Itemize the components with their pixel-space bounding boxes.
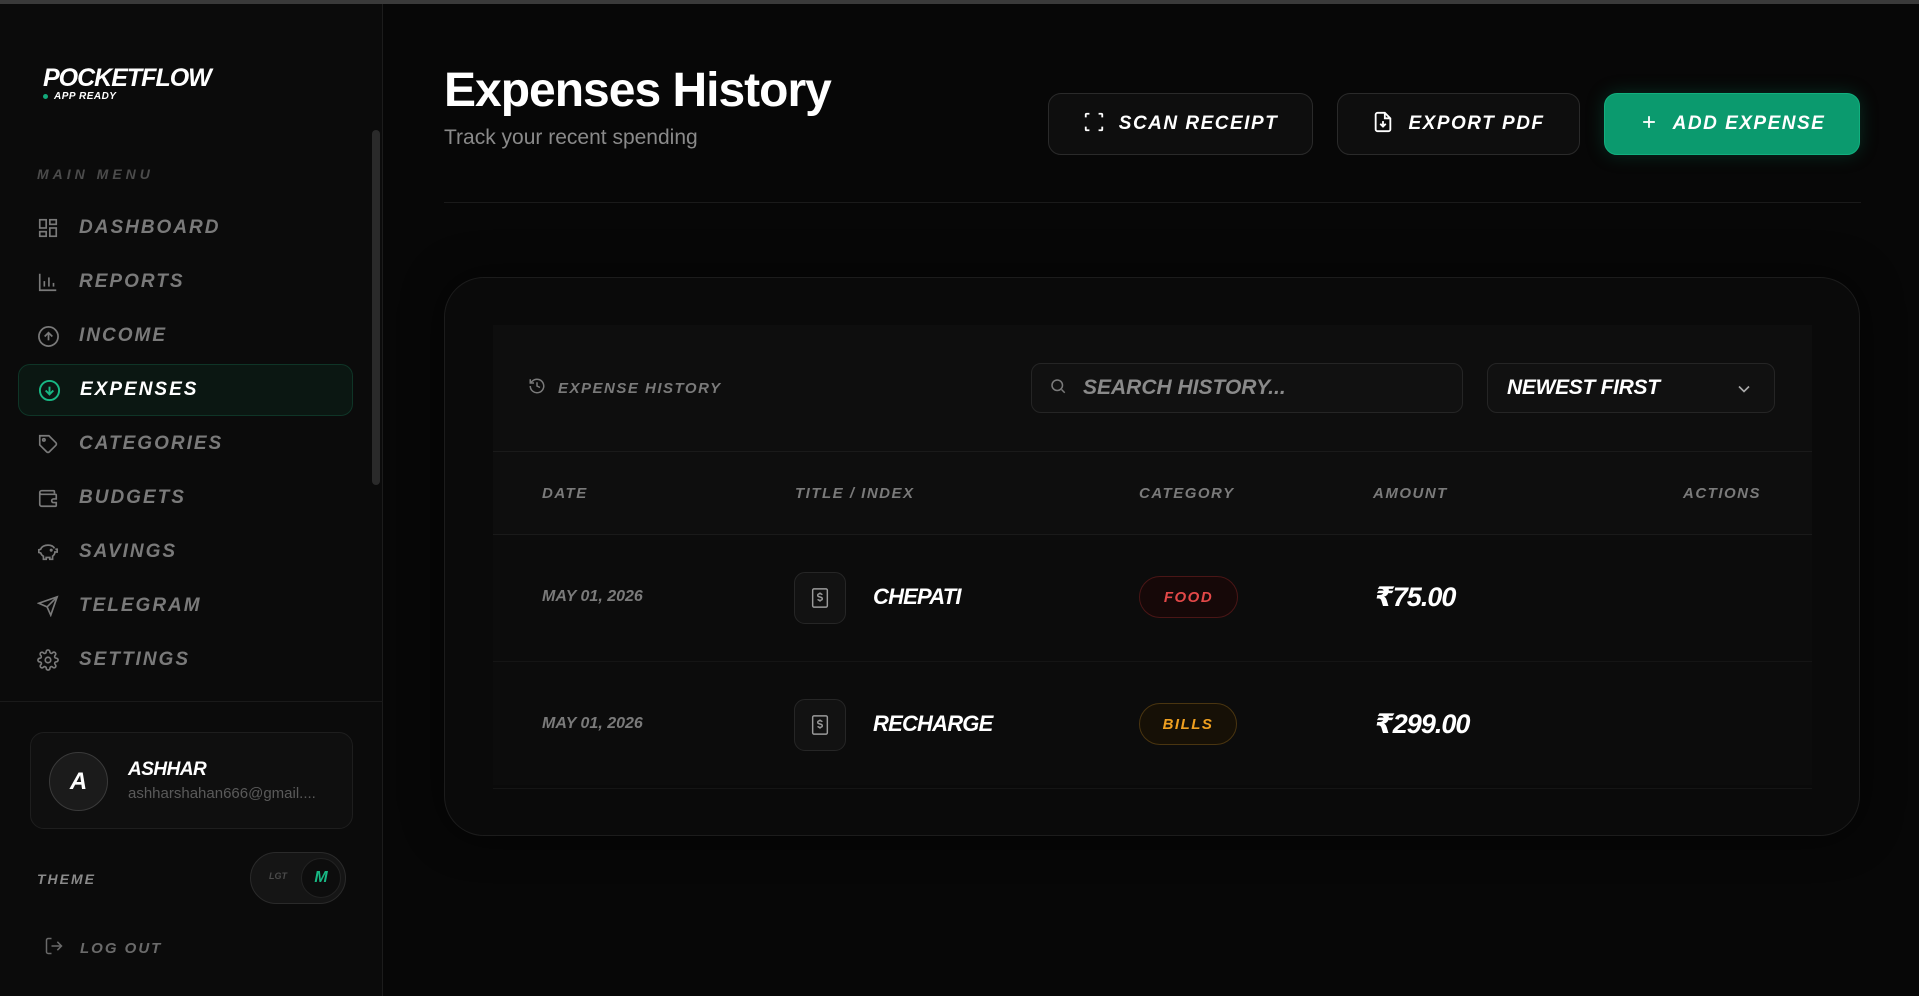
theme-toggle[interactable]: LGT M bbox=[250, 852, 346, 904]
brand-subtitle-text: APP READY bbox=[54, 91, 117, 102]
sidebar-item-reports[interactable]: REPORTS bbox=[18, 256, 353, 308]
table-row[interactable]: MAY 01, 2026 RECHARGE BILLS ₹299.00 bbox=[493, 662, 1812, 789]
bar-chart-icon bbox=[36, 270, 60, 294]
grid-icon bbox=[36, 216, 60, 240]
sidebar-scrollbar[interactable] bbox=[372, 130, 380, 485]
search-box[interactable] bbox=[1031, 363, 1463, 413]
plus-icon bbox=[1639, 112, 1659, 137]
table-header: DATE TITLE / INDEX CATEGORY AMOUNT ACTIO… bbox=[493, 452, 1812, 535]
sidebar-item-label: INCOME bbox=[79, 325, 167, 346]
page-title: Expenses History bbox=[444, 64, 832, 117]
send-icon bbox=[36, 594, 60, 618]
user-name: ASHHAR bbox=[128, 759, 207, 780]
section-heading: EXPENSE HISTORY bbox=[528, 377, 722, 400]
sidebar-item-label: DASHBOARD bbox=[79, 217, 221, 238]
brand-logo[interactable]: POCKETFLOW APP READY bbox=[43, 64, 212, 102]
sidebar-item-label: BUDGETS bbox=[79, 487, 186, 508]
piggy-bank-icon bbox=[36, 540, 60, 564]
status-dot bbox=[43, 94, 48, 99]
sidebar-item-settings[interactable]: SETTINGS bbox=[18, 634, 353, 686]
scan-receipt-label: SCAN RECEIPT bbox=[1118, 113, 1279, 134]
sort-select-value: NEWEST FIRST bbox=[1507, 376, 1660, 399]
export-pdf-label: EXPORT PDF bbox=[1408, 113, 1545, 134]
sidebar-divider bbox=[0, 701, 383, 702]
sidebar-item-label: SETTINGS bbox=[79, 649, 191, 670]
table-toolbar: EXPENSE HISTORY NEWEST FIRST bbox=[493, 325, 1812, 452]
dollar-receipt-icon bbox=[794, 572, 846, 624]
row-title: CHEPATI bbox=[873, 584, 962, 609]
brand-subtitle: APP READY bbox=[43, 91, 211, 102]
chevron-down-icon bbox=[1734, 379, 1754, 404]
category-badge: FOOD bbox=[1139, 576, 1238, 618]
sidebar-item-label: CATEGORIES bbox=[79, 433, 224, 454]
expenses-table: EXPENSE HISTORY NEWEST FIRST DATE TITLE … bbox=[493, 325, 1812, 789]
dollar-receipt-icon bbox=[794, 699, 846, 751]
row-title: RECHARGE bbox=[873, 711, 993, 736]
sidebar-item-income[interactable]: INCOME bbox=[18, 310, 353, 362]
page-subtitle: Track your recent spending bbox=[444, 126, 698, 149]
add-expense-button[interactable]: ADD EXPENSE bbox=[1604, 93, 1860, 155]
sidebar: POCKETFLOW APP READY MAIN MENU DASHBOARD… bbox=[0, 4, 383, 996]
sidebar-item-label: EXPENSES bbox=[80, 379, 199, 400]
scan-receipt-button[interactable]: SCAN RECEIPT bbox=[1048, 93, 1313, 155]
theme-toggle-knob: M bbox=[301, 858, 341, 898]
add-expense-label: ADD EXPENSE bbox=[1672, 113, 1826, 134]
export-pdf-button[interactable]: EXPORT PDF bbox=[1337, 93, 1580, 155]
user-card[interactable]: A ASHHAR ashharshahan666@gmail.... bbox=[30, 732, 353, 829]
sidebar-item-label: TELEGRAM bbox=[79, 595, 202, 616]
user-email: ashharshahan666@gmail.... bbox=[128, 785, 316, 802]
row-date: MAY 01, 2026 bbox=[542, 715, 643, 732]
theme-toggle-off-label: LGT bbox=[269, 871, 287, 881]
sidebar-item-expenses[interactable]: EXPENSES bbox=[18, 364, 353, 416]
brand-title: POCKETFLOW bbox=[43, 64, 212, 92]
logout-icon bbox=[44, 936, 64, 961]
scan-icon bbox=[1083, 111, 1105, 138]
table-row[interactable]: MAY 01, 2026 CHEPATI FOOD ₹75.00 bbox=[493, 535, 1812, 662]
tag-icon bbox=[36, 432, 60, 456]
column-header-date[interactable]: DATE bbox=[542, 485, 588, 502]
sort-select[interactable]: NEWEST FIRST bbox=[1487, 363, 1775, 413]
logout-label: LOG OUT bbox=[80, 940, 163, 957]
column-header-amount[interactable]: AMOUNT bbox=[1373, 485, 1448, 502]
arrow-up-circle-icon bbox=[36, 324, 60, 348]
theme-label: THEME bbox=[37, 871, 96, 887]
gear-icon bbox=[36, 648, 60, 672]
search-icon bbox=[1049, 377, 1067, 400]
main-nav: DASHBOARD REPORTS INCOME EXPENSES CATEGO… bbox=[18, 202, 353, 688]
column-header-title[interactable]: TITLE / INDEX bbox=[795, 485, 915, 502]
wallet-icon bbox=[36, 486, 60, 510]
search-input[interactable] bbox=[1083, 376, 1443, 400]
row-amount: ₹299.00 bbox=[1375, 709, 1470, 739]
category-badge: BILLS bbox=[1139, 703, 1237, 745]
history-icon bbox=[528, 377, 546, 400]
row-date: MAY 01, 2026 bbox=[542, 588, 643, 605]
header-divider bbox=[444, 202, 1861, 203]
file-download-icon bbox=[1372, 111, 1394, 138]
column-header-category[interactable]: CATEGORY bbox=[1139, 485, 1235, 502]
sidebar-item-savings[interactable]: SAVINGS bbox=[18, 526, 353, 578]
sidebar-item-dashboard[interactable]: DASHBOARD bbox=[18, 202, 353, 254]
column-header-actions: ACTIONS bbox=[1683, 485, 1761, 502]
arrow-down-circle-icon bbox=[37, 378, 61, 402]
row-amount: ₹75.00 bbox=[1375, 582, 1456, 612]
menu-title: MAIN MENU bbox=[37, 166, 154, 182]
logout-button[interactable]: LOG OUT bbox=[44, 936, 162, 961]
sidebar-item-label: SAVINGS bbox=[79, 541, 178, 562]
sidebar-item-telegram[interactable]: TELEGRAM bbox=[18, 580, 353, 632]
section-label: EXPENSE HISTORY bbox=[558, 380, 722, 397]
sidebar-item-budgets[interactable]: BUDGETS bbox=[18, 472, 353, 524]
sidebar-item-categories[interactable]: CATEGORIES bbox=[18, 418, 353, 470]
avatar: A bbox=[49, 752, 108, 811]
sidebar-item-label: REPORTS bbox=[79, 271, 185, 292]
